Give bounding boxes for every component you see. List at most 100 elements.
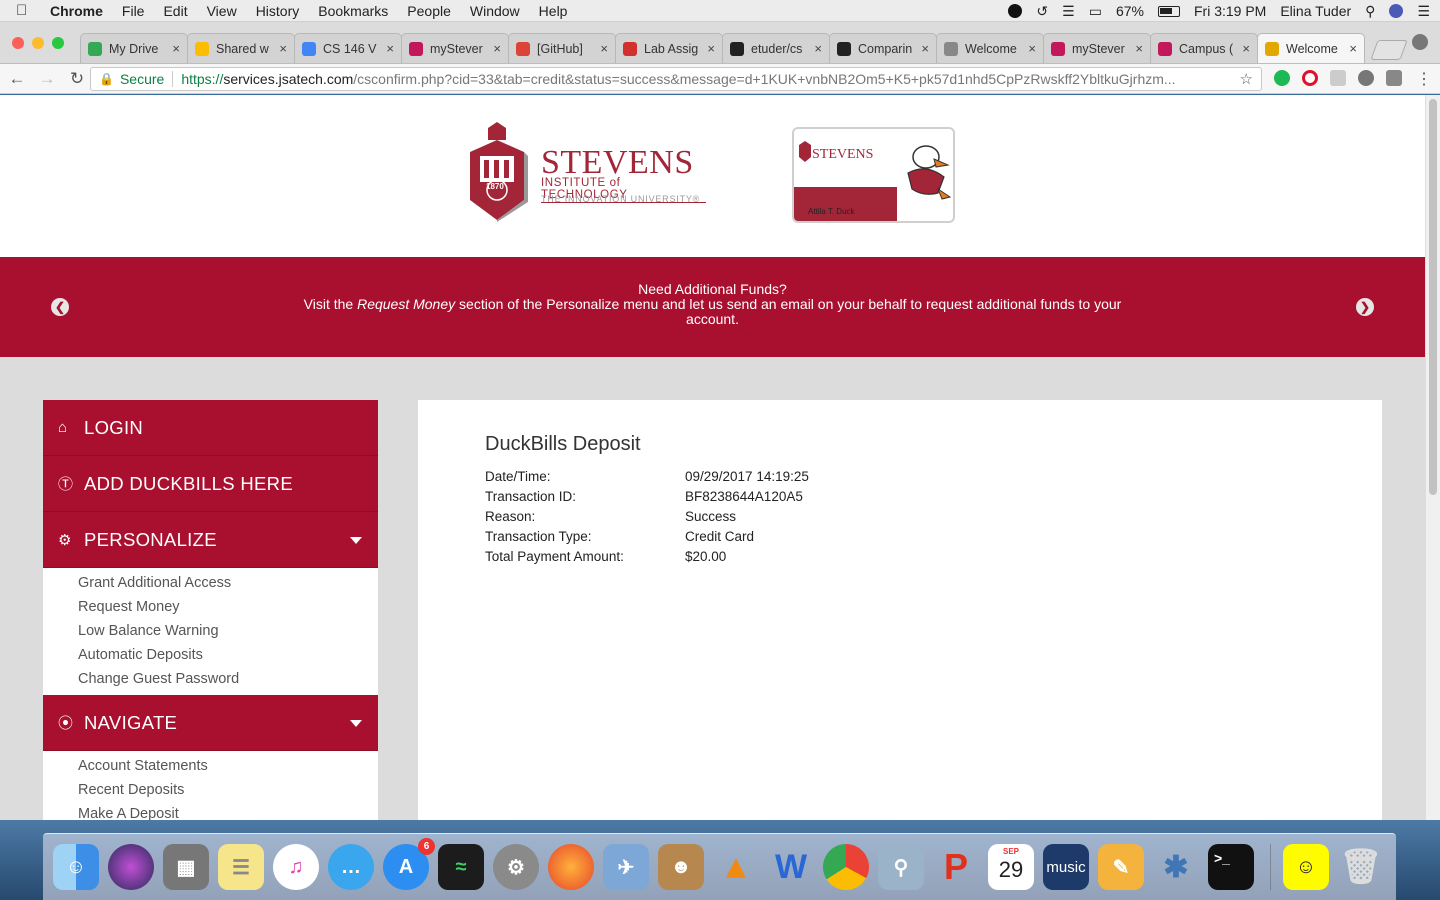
sidebar-item-personalize[interactable]: ⚙ PERSONALIZE (43, 512, 378, 568)
browser-tab[interactable]: Shared w × (187, 33, 295, 63)
submenu-request-money[interactable]: Request Money (43, 595, 378, 619)
extension-evernote-icon[interactable] (1386, 70, 1402, 86)
battery-icon[interactable] (1157, 5, 1180, 17)
notification-center-icon[interactable]: ☰ (1417, 3, 1430, 20)
extension-generic-icon[interactable] (1330, 70, 1346, 86)
sidebar-item-add-duckbills[interactable]: Ⓣ ADD DUCKBILLS HERE (43, 456, 378, 512)
tab-close-icon[interactable]: × (1135, 41, 1143, 56)
zoom-window-button[interactable] (52, 37, 64, 49)
sidebar-item-navigate[interactable]: ⦿ NAVIGATE (43, 695, 378, 751)
calendar-icon[interactable]: SEP 29 (988, 844, 1034, 890)
snapchat-icon[interactable]: ☺ (1283, 844, 1329, 890)
notes-icon[interactable]: ☰ (218, 844, 264, 890)
menu-view[interactable]: View (207, 3, 237, 19)
app-store-icon[interactable]: A6 (383, 838, 435, 890)
browser-tab[interactable]: etuder/cs × (722, 33, 830, 63)
wifi-icon[interactable]: ☰ (1062, 3, 1075, 20)
menu-user-name[interactable]: Elina Tuder (1280, 3, 1351, 19)
forward-button[interactable]: → (34, 69, 60, 89)
browser-tab[interactable]: myStever × (401, 33, 509, 63)
menu-window[interactable]: Window (470, 3, 520, 19)
tab-close-icon[interactable]: × (172, 41, 180, 56)
back-button[interactable]: ← (4, 69, 30, 89)
scrollbar-thumb[interactable] (1429, 99, 1437, 495)
minimize-window-button[interactable] (32, 37, 44, 49)
browser-tab[interactable]: Welcome × (936, 33, 1044, 63)
banner-prev-icon[interactable]: ❮ (51, 298, 69, 316)
tab-close-icon[interactable]: × (1028, 41, 1036, 56)
python-launcher-icon[interactable]: ✱ (1153, 844, 1199, 890)
firefox-icon[interactable] (548, 844, 594, 890)
tab-close-icon[interactable]: × (493, 41, 501, 56)
sidebar-item-login[interactable]: ⌂ LOGIN (43, 400, 378, 456)
submenu-account-statements[interactable]: Account Statements (43, 754, 378, 778)
tab-close-icon[interactable]: × (386, 41, 394, 56)
page-scrollbar[interactable] (1425, 95, 1440, 820)
vlc-icon[interactable]: ▲ (713, 844, 759, 890)
browser-tab[interactable]: [GitHub] × (508, 33, 616, 63)
submenu-grant-additional-access[interactable]: Grant Additional Access (43, 571, 378, 595)
tab-close-icon[interactable]: × (814, 41, 822, 56)
menu-file[interactable]: File (122, 3, 145, 19)
pages-icon[interactable]: ✎ (1098, 844, 1144, 890)
image-capture-icon[interactable]: ⚲ (878, 844, 924, 890)
menu-edit[interactable]: Edit (163, 3, 187, 19)
new-tab-button[interactable] (1370, 40, 1408, 60)
browser-tab[interactable]: My Drive × (80, 33, 188, 63)
banner-next-icon[interactable]: ❯ (1356, 298, 1374, 316)
tab-close-icon[interactable]: × (279, 41, 287, 56)
browser-tab[interactable]: myStever × (1043, 33, 1151, 63)
menu-app-name[interactable]: Chrome (50, 3, 103, 19)
menu-history[interactable]: History (256, 3, 300, 19)
tab-close-icon[interactable]: × (1242, 41, 1250, 56)
status-app-icon[interactable] (1008, 4, 1023, 18)
finder-icon[interactable]: ☺ (53, 844, 99, 890)
bookmark-star-icon[interactable]: ☆ (1240, 70, 1253, 88)
menu-people[interactable]: People (407, 3, 451, 19)
tab-close-icon[interactable]: × (921, 41, 929, 56)
itunes-icon[interactable]: ♫ (273, 844, 319, 890)
browser-tab[interactable]: Campus (× (1150, 33, 1258, 63)
system-preferences-icon[interactable]: ⚙ (493, 844, 539, 890)
tab-close-icon[interactable]: × (707, 41, 715, 56)
browser-tab[interactable]: Comparin × (829, 33, 937, 63)
submenu-recent-deposits[interactable]: Recent Deposits (43, 778, 378, 802)
calculator-icon[interactable]: ▦ (163, 844, 209, 890)
profile-icon[interactable] (1412, 34, 1428, 50)
close-window-button[interactable] (12, 37, 24, 49)
word-icon[interactable]: W (768, 844, 814, 890)
amazon-music-icon[interactable]: music (1043, 844, 1089, 890)
spotlight-search-icon[interactable]: ⚲ (1365, 3, 1375, 20)
stevens-logo[interactable]: 1870 STEVENS INSTITUTE of TECHNOLOGY THE… (466, 122, 706, 226)
menu-help[interactable]: Help (539, 3, 568, 19)
extension-opera-icon[interactable] (1302, 70, 1318, 86)
reload-button[interactable]: ↻ (64, 69, 90, 89)
activity-monitor-icon[interactable]: ≈ (438, 844, 484, 890)
chrome-dock-icon[interactable] (823, 844, 869, 890)
siri-dock-icon[interactable] (108, 844, 154, 890)
tab-close-icon[interactable]: × (1349, 41, 1357, 56)
chrome-menu-icon[interactable]: ⋮ (1416, 69, 1432, 89)
browser-tab[interactable]: Welcome × (1257, 33, 1365, 63)
time-machine-icon[interactable]: ↺ (1036, 3, 1048, 20)
extension-grammarly-icon[interactable] (1274, 70, 1290, 86)
menu-bookmarks[interactable]: Bookmarks (318, 3, 388, 19)
submenu-low-balance-warning[interactable]: Low Balance Warning (43, 619, 378, 643)
apple-menu-icon[interactable]:  (16, 2, 36, 19)
contacts-icon[interactable]: ☻ (658, 844, 704, 890)
tab-close-icon[interactable]: × (600, 41, 608, 56)
wps-presentation-icon[interactable]: P (933, 844, 979, 890)
airplay-icon[interactable]: ▭ (1089, 3, 1102, 20)
submenu-change-guest-password[interactable]: Change Guest Password (43, 667, 378, 691)
siri-icon[interactable] (1389, 4, 1404, 18)
battery-percent[interactable]: 67% (1116, 3, 1144, 19)
preview-icon[interactable]: ✈ (603, 844, 649, 890)
submenu-automatic-deposits[interactable]: Automatic Deposits (43, 643, 378, 667)
browser-tab[interactable]: Lab Assig × (615, 33, 723, 63)
menu-clock[interactable]: Fri 3:19 PM (1194, 3, 1266, 19)
extension-pinterest-icon[interactable] (1358, 70, 1374, 86)
terminal-icon[interactable]: >_ (1208, 844, 1254, 890)
address-bar[interactable]: 🔒 Secure https:// services.jsatech.com /… (90, 67, 1262, 91)
trash-icon[interactable]: 🗑 (1338, 844, 1384, 890)
messages-icon[interactable]: … (328, 844, 374, 890)
